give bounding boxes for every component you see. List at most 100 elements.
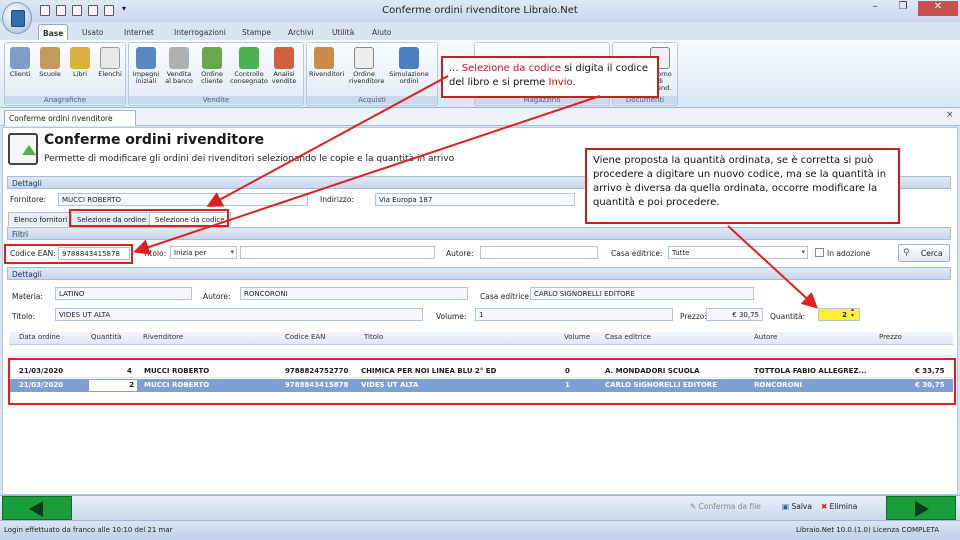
adozione-label: In adozione <box>827 249 871 258</box>
section-filtri: Filtri <box>7 227 951 240</box>
section-dettagli-libro: Dettagli <box>7 267 951 280</box>
document-tab[interactable]: Conferme ordini rivenditore <box>4 110 136 126</box>
volume-field: 1 <box>475 308 673 321</box>
col-data[interactable]: Data ordine <box>19 333 60 341</box>
impegni-button[interactable]: Impegni iniziali <box>131 47 161 93</box>
highlight-subtabs <box>69 209 229 227</box>
previous-button[interactable] <box>2 496 72 520</box>
quick-access-icon[interactable] <box>56 5 66 16</box>
controllo-button[interactable]: Controllo consegnato <box>230 47 268 93</box>
autore-filter-input[interactable] <box>480 246 598 259</box>
autore-field: RONCORONI <box>240 287 468 300</box>
autore-label: Autore: <box>203 292 231 301</box>
fornitore-label: Fornitore: <box>10 195 47 204</box>
window-title: Conferme ordini rivenditore Libraio.Net <box>382 5 578 16</box>
tab-usato[interactable]: Usato <box>78 24 108 40</box>
binoculars-icon: ⚲ <box>903 248 910 258</box>
register-icon <box>169 47 189 69</box>
highlight-grid-rows <box>8 358 956 405</box>
spinner-icon[interactable]: ▴ ▾ <box>851 307 854 319</box>
indirizzo-label: Indirizzo: <box>320 195 354 204</box>
tab-stampe[interactable]: Stampe <box>238 24 275 40</box>
bottom-toolbar <box>0 495 960 520</box>
ribbon-tabs: Base Usato Internet Interrogazioni Stamp… <box>0 22 960 40</box>
clip-icon: ✎ <box>690 502 699 511</box>
callout-selezione: ... Selezione da codice si digita il cod… <box>441 56 659 98</box>
group-label: Anagrafiche <box>5 96 125 104</box>
school-icon <box>40 47 60 69</box>
libri-button[interactable]: Libri <box>65 47 95 93</box>
document-close-icon[interactable]: × <box>946 110 954 120</box>
list-icon <box>100 47 120 69</box>
col-ean[interactable]: Codice EAN <box>285 333 325 341</box>
col-volume[interactable]: Volume <box>564 333 590 341</box>
next-button[interactable] <box>886 496 956 520</box>
titolo-mode-select[interactable]: Inizia per ▾ <box>170 246 237 259</box>
group-vendite: Impegni iniziali Vendita al banco Ordine… <box>128 42 304 106</box>
page-subtitle: Permette di modificare gli ordini dei ri… <box>44 154 455 164</box>
cart-icon <box>202 47 222 69</box>
tab-interrogazioni[interactable]: Interrogazioni <box>170 24 230 40</box>
volume-label: Volume: <box>436 312 467 321</box>
conferma-file-button[interactable]: ✎ Conferma da file <box>690 502 761 511</box>
elenchi-button[interactable]: Elenchi <box>95 47 125 93</box>
titolo-filter-label: Titolo: <box>143 249 167 258</box>
quick-access-icon[interactable] <box>104 5 114 16</box>
quick-access-icon[interactable] <box>88 5 98 16</box>
highlight-ean <box>4 244 133 264</box>
restore-button[interactable]: ❐ <box>890 1 916 16</box>
col-quantita[interactable]: Quantità <box>91 333 121 341</box>
adozione-checkbox[interactable] <box>815 248 824 257</box>
salva-button[interactable]: ▣ Salva <box>782 502 812 511</box>
minimize-button[interactable]: – <box>862 1 888 16</box>
status-login: Login effettuato da franco alle 10:10 de… <box>4 526 173 534</box>
col-casa[interactable]: Casa editrice <box>605 333 651 341</box>
tab-base[interactable]: Base <box>38 24 69 40</box>
col-prezzo[interactable]: Prezzo <box>879 333 902 341</box>
tab-internet[interactable]: Internet <box>120 24 158 40</box>
group-label: Acquisti <box>307 96 437 104</box>
quick-access-icon[interactable] <box>72 5 82 16</box>
magnifier-icon <box>399 47 419 69</box>
casa-filter-select[interactable]: Tutte ▾ <box>668 246 808 259</box>
arrow-left-icon <box>29 501 43 517</box>
cerca-button[interactable]: ⚲ Cerca <box>898 244 950 262</box>
qat-dropdown-icon[interactable]: ▾ <box>122 4 126 13</box>
casa-label: Casa editrice: <box>480 292 532 301</box>
group-anagrafiche: Clienti Scuole Libri Elenchi Anagrafiche <box>4 42 126 106</box>
col-autore[interactable]: Autore <box>754 333 777 341</box>
grid-filter-row[interactable] <box>9 345 953 357</box>
quantita-label: Quantità: <box>770 312 806 321</box>
analisi-button[interactable]: Analisi vendite <box>269 47 299 93</box>
vendita-banco-button[interactable]: Vendita al banco <box>164 47 194 93</box>
clienti-button[interactable]: Clienti <box>5 47 35 93</box>
group-label: Vendite <box>129 96 303 104</box>
people-icon <box>10 47 30 69</box>
tab-aiuto[interactable]: Aiuto <box>368 24 396 40</box>
tab-utilita[interactable]: Utilità <box>328 24 358 40</box>
titolo-filter-input[interactable] <box>240 246 435 259</box>
close-button[interactable]: ✕ <box>918 1 958 16</box>
col-rivenditore[interactable]: Rivenditore <box>143 333 183 341</box>
arrow-right-icon <box>915 501 929 517</box>
ordine-rivenditore-button[interactable]: Ordine rivenditore <box>349 47 384 93</box>
rivenditori-button[interactable]: Rivenditori <box>309 47 344 93</box>
col-titolo[interactable]: Titolo <box>364 333 383 341</box>
person-icon <box>314 47 334 69</box>
scuole-button[interactable]: Scuole <box>35 47 65 93</box>
subtab-elenco-fornitori[interactable]: Elenco fornitori <box>8 212 74 226</box>
simulazione-button[interactable]: Simulazione ordini <box>389 47 429 93</box>
tab-archivi[interactable]: Archivi <box>284 24 318 40</box>
quick-access-icon[interactable] <box>40 5 50 16</box>
page-title: Conferme ordini rivenditore <box>44 132 265 148</box>
indirizzo-field: Via Europa 187 <box>375 193 575 206</box>
delete-icon: ✖ <box>821 502 830 511</box>
ordine-cliente-button[interactable]: Ordine cliente <box>197 47 227 93</box>
prezzo-label: Prezzo: <box>680 312 707 321</box>
chevron-down-icon: ▾ <box>230 248 234 256</box>
group-acquisti: Rivenditori Ordine rivenditore Simulazio… <box>306 42 438 106</box>
chevron-down-icon: ▾ <box>801 248 805 256</box>
elimina-button[interactable]: ✖ Elimina <box>821 502 857 511</box>
titolo-field: VIDES UT ALTA <box>55 308 423 321</box>
grid-header: Data ordine Quantità Rivenditore Codice … <box>9 332 953 345</box>
